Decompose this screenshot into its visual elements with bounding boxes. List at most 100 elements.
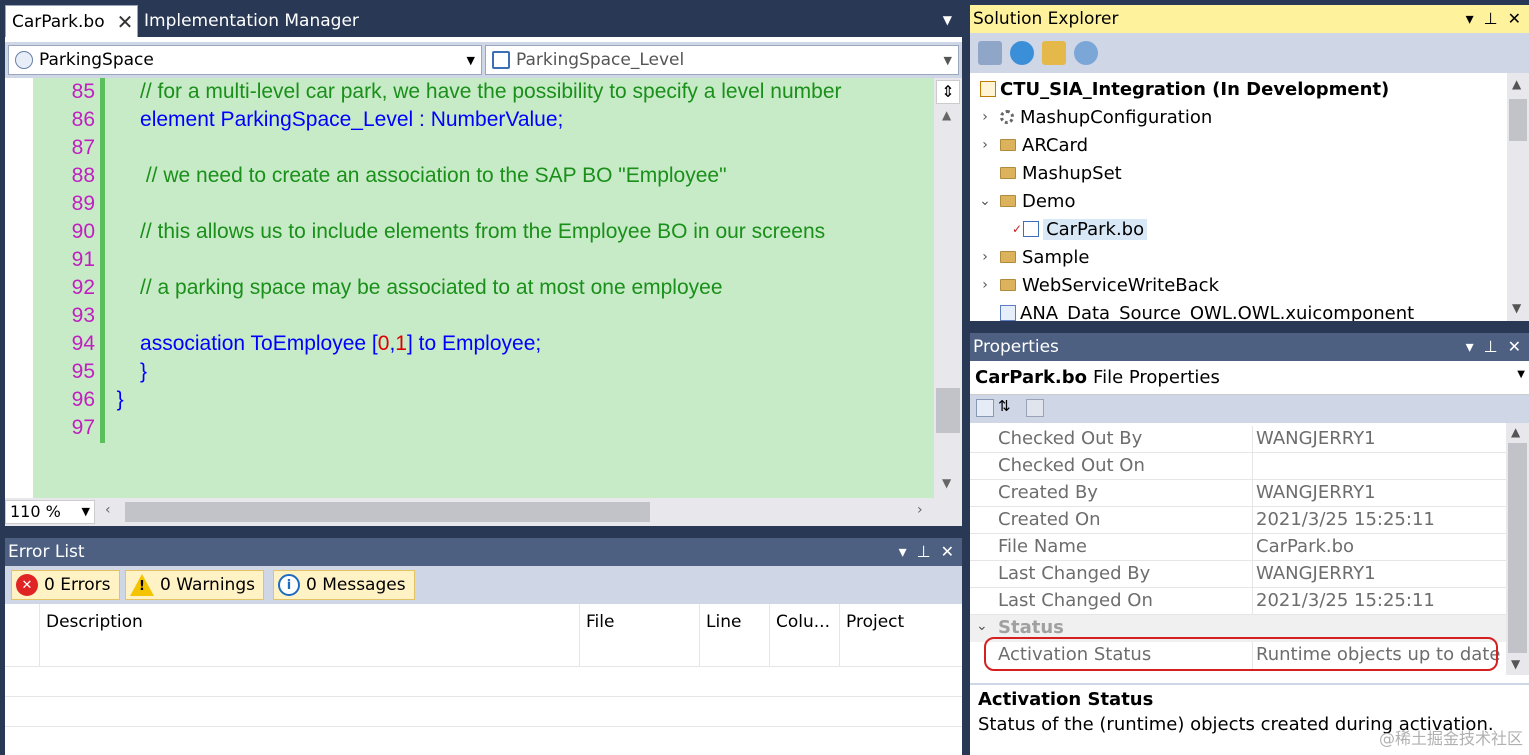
errors-count: 0 Errors: [44, 575, 111, 595]
editor-vertical-scrollbar[interactable]: ⇕ ▲ ▼: [934, 78, 962, 498]
expand-chevron-icon[interactable]: ›: [978, 249, 992, 265]
tree-item-mashupconfiguration[interactable]: › MashupConfiguration: [970, 103, 1212, 131]
scroll-thumb[interactable]: [1508, 443, 1527, 653]
scroll-thumb[interactable]: [1509, 99, 1527, 141]
panel-title: Error List: [8, 542, 85, 562]
watermark: @稀土掘金技术社区: [1378, 729, 1523, 748]
scroll-down-icon[interactable]: ▼: [942, 476, 951, 490]
pin-icon[interactable]: ⊥: [1484, 337, 1498, 356]
expand-chevron-icon[interactable]: ›: [978, 277, 992, 293]
scroll-right-icon[interactable]: ›: [917, 502, 923, 518]
scroll-up-icon[interactable]: ▲: [1511, 425, 1520, 439]
panel-menu-icon[interactable]: ▾: [1466, 337, 1474, 356]
categorized-icon[interactable]: [976, 399, 994, 417]
property-row[interactable]: Checked Out On: [970, 453, 1506, 480]
property-row[interactable]: Last Changed On 2021/3/25 15:25:11: [970, 588, 1506, 615]
code-line[interactable]: // for a multi-level car park, we have t…: [105, 78, 841, 106]
pin-icon[interactable]: ⊥: [917, 542, 931, 561]
scroll-left-icon[interactable]: ‹: [105, 502, 111, 518]
line-number: 95: [71, 360, 95, 383]
property-row[interactable]: Checked Out By WANGJERRY1: [970, 426, 1506, 453]
close-icon[interactable]: ✕: [1508, 337, 1521, 356]
solution-tree: CTU_SIA_Integration (In Development) › M…: [970, 73, 1507, 321]
code-token: ] to Employee;: [406, 332, 542, 355]
panel-menu-icon[interactable]: ▾: [1466, 9, 1474, 28]
search-icon[interactable]: [1074, 41, 1098, 65]
collapse-chevron-icon[interactable]: ⌄: [976, 618, 988, 634]
tree-item-arcard[interactable]: › ARCard: [970, 131, 1088, 159]
code-line[interactable]: }: [105, 386, 124, 414]
member-selector-value: ParkingSpace_Level: [516, 50, 685, 70]
column-header-description[interactable]: Description: [40, 604, 580, 666]
scroll-up-icon[interactable]: ▲: [942, 108, 951, 122]
member-selector-combo[interactable]: ParkingSpace_Level ▼: [485, 45, 959, 75]
code-token: }: [140, 360, 148, 383]
refresh-icon[interactable]: [1010, 41, 1034, 65]
property-row[interactable]: Created By WANGJERRY1: [970, 480, 1506, 507]
property-object-selector[interactable]: CarPark.bo File Properties ▼: [970, 361, 1529, 395]
property-value: 2021/3/25 15:25:11: [1256, 590, 1435, 611]
tree-item-mashupset[interactable]: MashupSet: [970, 159, 1122, 187]
column-header-project[interactable]: Project: [840, 604, 962, 666]
solution-vertical-scrollbar[interactable]: ▲ ▼: [1507, 73, 1529, 321]
property-key: File Name: [998, 536, 1087, 557]
split-editor-icon[interactable]: ⇕: [936, 80, 960, 104]
column-header-icon[interactable]: [5, 604, 40, 666]
code-token: // this allows us to include elements fr…: [140, 220, 826, 243]
expand-chevron-icon[interactable]: ›: [978, 137, 992, 153]
show-all-files-icon[interactable]: [1042, 41, 1066, 65]
scroll-up-icon[interactable]: ▲: [1512, 77, 1521, 91]
tree-item-ana-data-source[interactable]: ANA_Data_Source_OWL.OWL.xuicomponent: [970, 299, 1414, 321]
panel-menu-icon[interactable]: ▾: [899, 542, 907, 561]
tree-item-demo[interactable]: ⌄ Demo: [970, 187, 1075, 215]
close-icon[interactable]: ✕: [117, 12, 134, 32]
solution-node[interactable]: CTU_SIA_Integration (In Development): [980, 75, 1389, 103]
column-header-file[interactable]: File: [580, 604, 700, 666]
column-header-column[interactable]: Colu...: [770, 604, 840, 666]
code-line[interactable]: element ParkingSpace_Level : NumberValue…: [105, 106, 563, 134]
code-area[interactable]: 85 // for a multi-level car park, we hav…: [5, 78, 962, 498]
code-token: }: [116, 388, 124, 411]
close-icon[interactable]: ✕: [941, 542, 954, 561]
code-token: association ToEmployee [: [140, 332, 378, 355]
panel-title: Solution Explorer: [973, 9, 1119, 29]
collapse-chevron-icon[interactable]: ⌄: [978, 193, 992, 209]
properties-icon[interactable]: [978, 41, 1002, 65]
expand-chevron-icon[interactable]: ›: [978, 109, 992, 125]
type-selector-combo[interactable]: ParkingSpace ▼: [8, 45, 482, 75]
tree-item-carpark-bo[interactable]: ✓ CarPark.bo: [1012, 215, 1148, 243]
property-row[interactable]: Last Changed By WANGJERRY1: [970, 561, 1506, 588]
properties-vertical-scrollbar[interactable]: ▲ ▼: [1506, 423, 1529, 675]
tree-item-sample[interactable]: › Sample: [970, 243, 1089, 271]
property-row[interactable]: Created On 2021/3/25 15:25:11: [970, 507, 1506, 534]
property-key: Created By: [998, 482, 1098, 503]
close-icon[interactable]: ✕: [1508, 9, 1521, 28]
code-line[interactable]: // this allows us to include elements fr…: [105, 218, 825, 246]
errors-filter-button[interactable]: ✕ 0 Errors: [11, 570, 120, 600]
column-header-line[interactable]: Line: [700, 604, 770, 666]
code-line[interactable]: // we need to create an association to t…: [105, 162, 727, 190]
horizontal-scroll-thumb[interactable]: [125, 502, 650, 522]
messages-filter-button[interactable]: i 0 Messages: [273, 570, 415, 600]
warnings-filter-button[interactable]: ! 0 Warnings: [125, 570, 264, 600]
bo-file-icon: [1023, 221, 1040, 237]
property-row[interactable]: File Name CarPark.bo: [970, 534, 1506, 561]
code-line[interactable]: // a parking space may be associated to …: [105, 274, 723, 302]
alphabetical-sort-icon[interactable]: ⇅: [998, 397, 1011, 415]
scroll-thumb[interactable]: [936, 388, 960, 433]
category-label: Status: [998, 617, 1064, 638]
code-line[interactable]: association ToEmployee [0,1] to Employee…: [105, 330, 541, 358]
scroll-down-icon[interactable]: ▼: [1512, 301, 1521, 315]
tab-overflow-chevron-icon[interactable]: ▼: [943, 13, 952, 27]
property-pages-icon[interactable]: [1026, 399, 1044, 417]
pin-icon[interactable]: ⊥: [1484, 9, 1498, 28]
tree-item-webservicewriteback[interactable]: › WebServiceWriteBack: [970, 271, 1219, 299]
scroll-down-icon[interactable]: ▼: [1511, 657, 1520, 671]
tab-implementation-manager[interactable]: Implementation Manager: [144, 5, 359, 37]
component-icon: [1000, 305, 1016, 321]
code-line[interactable]: }: [105, 358, 147, 386]
zoom-combo[interactable]: 110 % ▼: [5, 500, 95, 524]
line-number: 85: [71, 80, 95, 103]
tab-carpark-bo[interactable]: CarPark.bo ✕: [5, 5, 138, 37]
